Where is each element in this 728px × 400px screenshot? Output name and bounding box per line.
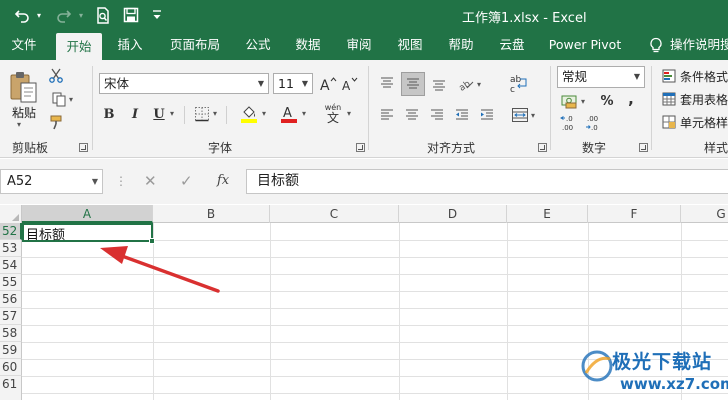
annotation-arrow-icon	[100, 246, 220, 293]
excel-window: ▾ ▾ 工作簿1.xlsx - Excel 文件 开始 插入 页面布局 公式 数…	[0, 0, 728, 400]
watermark-url: www.xz7.com	[620, 375, 728, 393]
watermark: 极光下载站 www.xz7.com	[580, 345, 728, 400]
watermark-logo-icon	[581, 350, 613, 382]
watermark-title: 极光下载站	[612, 351, 713, 373]
